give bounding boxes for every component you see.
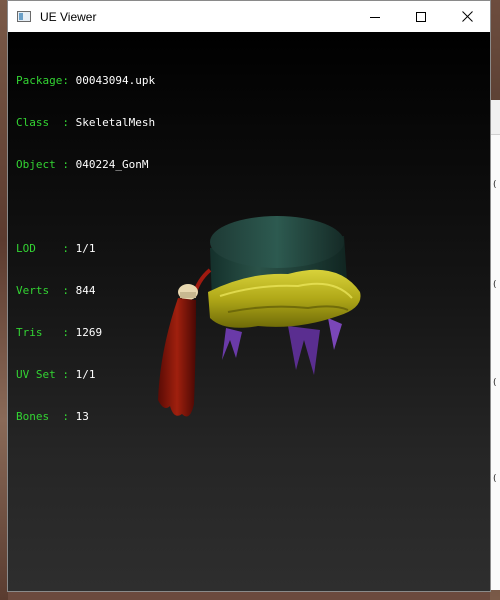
window-title: UE Viewer	[40, 9, 97, 24]
tris-value: 1269	[75, 326, 103, 339]
bones-value: 13	[75, 410, 89, 423]
package-row: Package: 00043094.upk	[16, 74, 155, 88]
close-button[interactable]	[444, 1, 490, 32]
uvset-label: UV Set :	[16, 368, 69, 381]
lod-label: LOD :	[16, 242, 69, 255]
bones-row: Bones : 13	[16, 410, 155, 424]
hair-wisp	[328, 318, 342, 350]
background-mark: (	[493, 180, 497, 190]
minimize-icon	[370, 16, 380, 18]
object-value: 040224_GonM	[75, 158, 149, 171]
background-window-edge: ( ( ( (	[491, 100, 500, 590]
title-bar[interactable]: UE Viewer	[8, 1, 490, 32]
maximize-icon	[416, 11, 426, 22]
bones-label: Bones :	[16, 410, 69, 423]
close-icon	[461, 11, 473, 22]
tassel-cap-band	[180, 292, 196, 298]
tris-row: Tris : 1269	[16, 326, 155, 340]
verts-value: 844	[75, 284, 96, 297]
class-label: Class :	[16, 116, 69, 129]
hair-wisp	[288, 326, 320, 375]
class-value: SkeletalMesh	[75, 116, 156, 129]
uvset-value: 1/1	[75, 368, 96, 381]
tassel	[158, 298, 196, 417]
hair-wisp	[222, 328, 242, 360]
minimize-button[interactable]	[352, 1, 398, 32]
lod-row: LOD : 1/1	[16, 242, 155, 256]
object-label: Object :	[16, 158, 69, 171]
verts-row: Verts : 844	[16, 284, 155, 298]
background-mark: (	[493, 474, 497, 484]
verts-label: Verts :	[16, 284, 69, 297]
skeletal-mesh-hat-render	[158, 216, 361, 417]
window-controls	[352, 1, 490, 32]
tris-label: Tris :	[16, 326, 69, 339]
package-value: 00043094.upk	[75, 74, 156, 87]
app-window-icon[interactable]	[17, 11, 31, 22]
lod-value: 1/1	[75, 242, 96, 255]
class-row: Class : SkeletalMesh	[16, 116, 155, 130]
background-mark: (	[493, 280, 497, 290]
background-mark: (	[493, 378, 497, 388]
ue-viewer-window: UE Viewer Package: 00043094.upk Class : …	[7, 0, 491, 592]
hat-top	[210, 216, 344, 268]
uvset-row: UV Set : 1/1	[16, 368, 155, 382]
object-row: Object : 040224_GonM	[16, 158, 155, 172]
mesh-info-overlay: Package: 00043094.upk Class : SkeletalMe…	[16, 46, 155, 452]
3d-viewport[interactable]: Package: 00043094.upk Class : SkeletalMe…	[8, 32, 490, 591]
package-label: Package:	[16, 74, 69, 87]
maximize-button[interactable]	[398, 1, 444, 32]
background-window-toolbar	[491, 100, 500, 135]
